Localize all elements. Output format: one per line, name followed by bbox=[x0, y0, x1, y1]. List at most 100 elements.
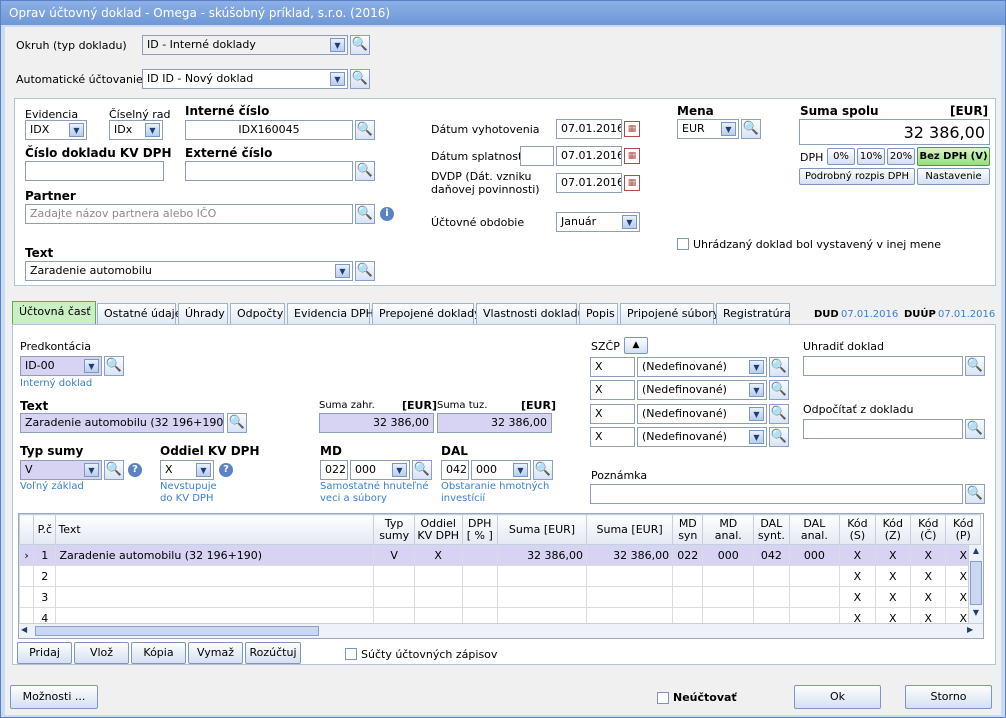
szcp-select[interactable]: (Nedefinované) ▼ bbox=[637, 357, 767, 377]
grid-header[interactable]: Kód (P) bbox=[945, 514, 981, 545]
moznosti-button[interactable]: Možnosti ... bbox=[10, 685, 98, 709]
info-icon[interactable]: ? bbox=[128, 463, 142, 477]
table-row[interactable]: › 1 Zaradenie automobilu (32 196+190) V … bbox=[19, 544, 981, 566]
table-cell[interactable]: X bbox=[874, 565, 912, 587]
grid-header[interactable]: DAL synt. bbox=[753, 514, 790, 545]
chevron-down-icon[interactable]: ▼ bbox=[749, 430, 764, 444]
mena-select[interactable]: EUR ▼ bbox=[677, 119, 739, 139]
table-cell[interactable] bbox=[461, 565, 498, 587]
pridaj-button[interactable]: Pridaj bbox=[17, 642, 72, 664]
table-cell[interactable]: X bbox=[874, 544, 912, 566]
table-row[interactable]: 3 X X X X bbox=[19, 586, 981, 608]
table-cell[interactable]: 022 bbox=[672, 544, 704, 566]
dal-link-1[interactable]: Obstaranie hmotných bbox=[441, 481, 549, 492]
grid-header[interactable]: Kód (Z) bbox=[874, 514, 912, 545]
table-cell[interactable] bbox=[413, 586, 463, 608]
table-cell[interactable]: 000 bbox=[788, 544, 841, 566]
tab-popis[interactable]: Popis bbox=[579, 303, 618, 324]
szcp-select[interactable]: (Nedefinované) ▼ bbox=[637, 404, 767, 424]
md-synt-input[interactable]: 022 bbox=[320, 460, 348, 480]
scroll-thumb[interactable] bbox=[970, 561, 982, 605]
sucty-checkbox[interactable] bbox=[345, 648, 357, 660]
search-icon[interactable]: 🔍 bbox=[769, 427, 789, 447]
grid-header[interactable]: DAL anal. bbox=[788, 514, 841, 545]
search-icon[interactable]: 🔍 bbox=[769, 404, 789, 424]
typ-sumy-select[interactable]: V ▼ bbox=[20, 460, 102, 480]
bez-dph-button[interactable]: Bez DPH (V) bbox=[917, 147, 990, 166]
rozuctuj-button[interactable]: Rozúčtuj bbox=[245, 642, 301, 664]
table-cell[interactable] bbox=[496, 565, 588, 587]
dal-link-2[interactable]: investícií bbox=[441, 493, 485, 504]
tab-vlastnosti-dokladu[interactable]: Vlastnosti dokladu bbox=[476, 303, 585, 324]
table-cell[interactable]: 2 bbox=[33, 565, 57, 587]
search-icon[interactable]: 🔍 bbox=[355, 120, 375, 140]
poznamka-input[interactable] bbox=[590, 484, 963, 504]
oddiel-select[interactable]: X ▼ bbox=[160, 460, 214, 480]
obdobie-select[interactable]: Január ▼ bbox=[556, 212, 640, 232]
szcp-select[interactable]: (Nedefinované) ▼ bbox=[637, 380, 767, 400]
table-cell[interactable] bbox=[55, 586, 375, 608]
scroll-left-icon[interactable]: ◀ bbox=[21, 625, 33, 637]
szcp-code-input[interactable]: X bbox=[590, 357, 635, 377]
ok-button[interactable]: Ok bbox=[794, 685, 881, 709]
szcp-code-input[interactable]: X bbox=[590, 380, 635, 400]
text-select[interactable]: Zaradenie automobilu ▼ bbox=[25, 261, 353, 281]
md-link-1[interactable]: Samostatné hnuteľné bbox=[320, 481, 429, 492]
chevron-down-icon[interactable]: ▼ bbox=[721, 122, 736, 136]
predkontacia-select[interactable]: ID-00 ▼ bbox=[20, 356, 102, 376]
oddiel-link-2[interactable]: do KV DPH bbox=[160, 493, 213, 504]
szcp-code-input[interactable]: X bbox=[590, 427, 635, 447]
tab-evidencia-dph[interactable]: Evidencia DPH bbox=[287, 303, 374, 324]
tab-uhrady[interactable]: Úhrady bbox=[178, 303, 228, 324]
search-icon[interactable]: 🔍 bbox=[412, 460, 432, 480]
tab-odpocty[interactable]: Odpočty bbox=[230, 303, 285, 324]
grid-header[interactable]: DPH [ % ] bbox=[461, 514, 498, 545]
tab-pripojene-subory[interactable]: Pripojené súbory bbox=[620, 303, 719, 324]
chevron-down-icon[interactable]: ▼ bbox=[335, 264, 350, 278]
table-cell[interactable]: X bbox=[839, 565, 876, 587]
search-icon[interactable]: 🔍 bbox=[104, 460, 124, 480]
uhradit-input[interactable] bbox=[803, 356, 963, 376]
collapse-up-icon[interactable]: ▲ bbox=[624, 337, 648, 354]
chevron-down-icon[interactable]: ▼ bbox=[196, 463, 211, 477]
auto-select[interactable]: ID ID - Nový doklad ▼ bbox=[142, 69, 348, 89]
table-cell[interactable]: X bbox=[839, 544, 876, 566]
splatnost-days-input[interactable] bbox=[520, 146, 554, 166]
scroll-right-icon[interactable]: ▶ bbox=[967, 625, 979, 637]
table-cell[interactable] bbox=[496, 586, 588, 608]
table-cell[interactable] bbox=[586, 565, 674, 587]
szcp-code-input[interactable]: X bbox=[590, 404, 635, 424]
interne-input[interactable]: IDX160045 bbox=[185, 120, 353, 140]
scroll-thumb[interactable] bbox=[35, 626, 319, 636]
rozpis-dph-button[interactable]: Podrobný rozpis DPH bbox=[799, 168, 915, 185]
okruh-select[interactable]: ID - Interné doklady ▼ bbox=[142, 35, 348, 55]
table-cell[interactable]: X bbox=[910, 544, 947, 566]
tab-uctovna-cast[interactable]: Účtovná časť bbox=[12, 301, 96, 324]
table-cell[interactable] bbox=[702, 565, 755, 587]
chevron-down-icon[interactable]: ▼ bbox=[392, 463, 407, 477]
chevron-down-icon[interactable]: ▼ bbox=[330, 72, 345, 86]
table-cell[interactable]: X bbox=[839, 586, 876, 608]
oddiel-link-1[interactable]: Nevstupuje bbox=[160, 481, 217, 492]
evidencia-select[interactable]: IDX ▼ bbox=[25, 120, 87, 140]
dph-10-button[interactable]: 10% bbox=[857, 148, 885, 165]
dal-anal-select[interactable]: 000 ▼ bbox=[471, 460, 531, 480]
calendar-icon[interactable]: ▦ bbox=[624, 121, 640, 137]
search-icon[interactable]: 🔍 bbox=[769, 380, 789, 400]
grid-header[interactable]: MD syn bbox=[672, 514, 704, 545]
table-row[interactable]: 2 X X X X bbox=[19, 565, 981, 587]
chevron-down-icon[interactable]: ▼ bbox=[622, 215, 637, 229]
dvdp-input[interactable]: 07.01.2016 bbox=[556, 173, 622, 193]
table-cell[interactable]: X bbox=[910, 565, 947, 587]
table-cell[interactable]: 042 bbox=[753, 544, 790, 566]
scroll-down-icon[interactable]: ▼ bbox=[970, 608, 982, 620]
neuctovat-checkbox[interactable] bbox=[657, 692, 669, 704]
kvdph-input[interactable] bbox=[25, 161, 164, 181]
dph-20-button[interactable]: 20% bbox=[887, 148, 915, 165]
info-icon[interactable]: ? bbox=[219, 463, 233, 477]
grid-vertical-scrollbar[interactable]: ▲ ▼ bbox=[968, 545, 983, 623]
search-icon[interactable]: 🔍 bbox=[741, 119, 761, 139]
grid-header[interactable]: Typ sumy bbox=[373, 514, 415, 545]
table-cell[interactable] bbox=[461, 544, 498, 566]
grid-header[interactable]: Kód (S) bbox=[839, 514, 876, 545]
